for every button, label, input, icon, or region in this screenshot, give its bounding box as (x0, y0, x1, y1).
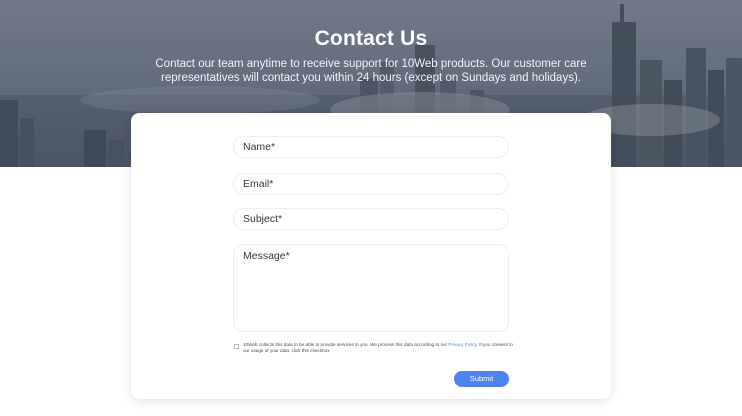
email-input[interactable] (233, 173, 509, 195)
submit-button[interactable]: Submit (454, 371, 509, 387)
consent-checkbox[interactable] (234, 344, 239, 349)
consent-text: 10Web collects this data to be able to p… (243, 342, 515, 354)
consent-row: 10Web collects this data to be able to p… (234, 342, 516, 356)
page-description: Contact our team anytime to receive supp… (155, 58, 587, 84)
name-input[interactable] (233, 136, 509, 158)
subject-input[interactable] (233, 208, 509, 230)
consent-text-before: 10Web collects this data to be able to p… (243, 342, 449, 347)
privacy-policy-link[interactable]: Privacy Policy (448, 342, 476, 347)
contact-form-card: 10Web collects this data to be able to p… (131, 113, 611, 399)
message-textarea[interactable] (233, 244, 509, 332)
page-title: Contact Us (314, 27, 428, 50)
